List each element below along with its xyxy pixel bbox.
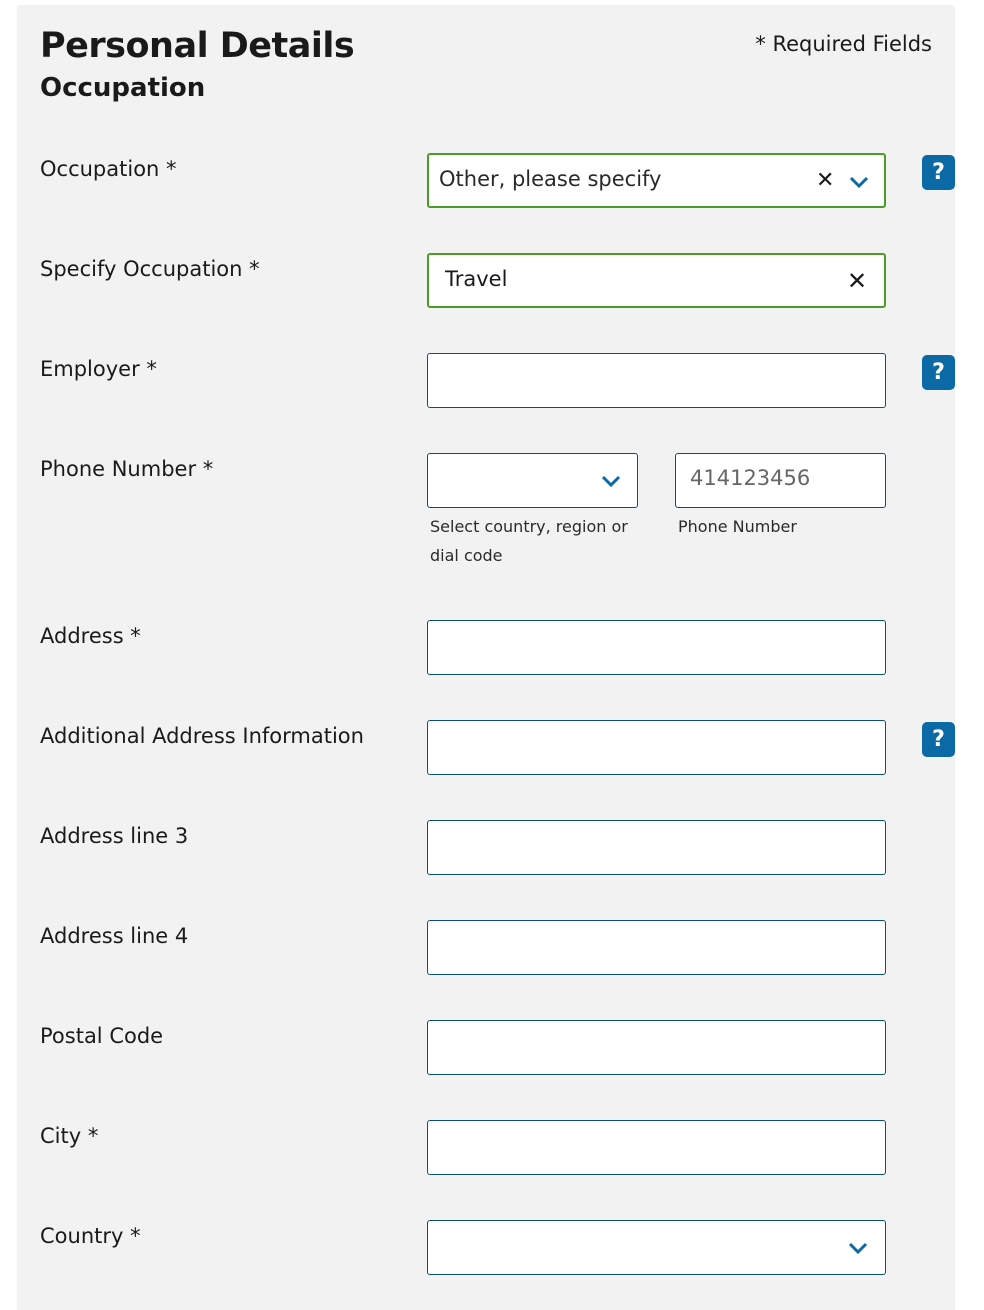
country-label: Country * xyxy=(40,1224,141,1248)
city-input[interactable] xyxy=(427,1120,886,1175)
occupation-label: Occupation * xyxy=(40,157,177,181)
occupation-help-icon[interactable]: ? xyxy=(922,155,955,190)
phone-number-hint: Phone Number xyxy=(678,517,797,536)
specify-occupation-label: Specify Occupation * xyxy=(40,257,260,281)
address-input[interactable] xyxy=(427,620,886,675)
address-label: Address * xyxy=(40,624,141,648)
specify-occupation-value: Travel xyxy=(445,267,508,291)
country-code-select[interactable] xyxy=(427,453,638,508)
occupation-value: Other, please specify xyxy=(439,167,662,191)
employer-label: Employer * xyxy=(40,357,157,381)
address-line-3-input[interactable] xyxy=(427,820,886,875)
postal-code-label: Postal Code xyxy=(40,1024,164,1048)
address-line-4-input[interactable] xyxy=(427,920,886,975)
chevron-down-icon[interactable] xyxy=(601,474,621,488)
section-title: Occupation xyxy=(40,73,206,103)
employer-help-icon[interactable]: ? xyxy=(922,355,955,390)
address-line-4-label: Address line 4 xyxy=(40,924,189,948)
additional-address-help-icon[interactable]: ? xyxy=(922,722,955,757)
phone-number-label: Phone Number * xyxy=(40,457,214,481)
postal-code-input[interactable] xyxy=(427,1020,886,1075)
additional-address-label: Additional Address Information xyxy=(40,724,364,748)
phone-number-input[interactable]: 414123456 xyxy=(675,453,886,508)
country-select[interactable] xyxy=(427,1220,886,1275)
occupation-select[interactable]: Other, please specify ✕ xyxy=(427,153,886,208)
city-label: City * xyxy=(40,1124,99,1148)
required-fields-note: * Required Fields xyxy=(755,32,932,56)
close-icon[interactable]: ✕ xyxy=(847,269,867,293)
additional-address-input[interactable] xyxy=(427,720,886,775)
close-icon[interactable]: ✕ xyxy=(816,170,834,192)
phone-number-placeholder: 414123456 xyxy=(690,466,811,490)
specify-occupation-input[interactable]: Travel ✕ xyxy=(427,253,886,308)
chevron-down-icon[interactable] xyxy=(848,1241,868,1255)
address-line-3-label: Address line 3 xyxy=(40,824,189,848)
country-code-hint: Select country, region or dial code xyxy=(430,517,628,565)
employer-input[interactable] xyxy=(427,353,886,408)
chevron-down-icon[interactable] xyxy=(849,175,869,189)
page-title: Personal Details xyxy=(40,26,355,66)
